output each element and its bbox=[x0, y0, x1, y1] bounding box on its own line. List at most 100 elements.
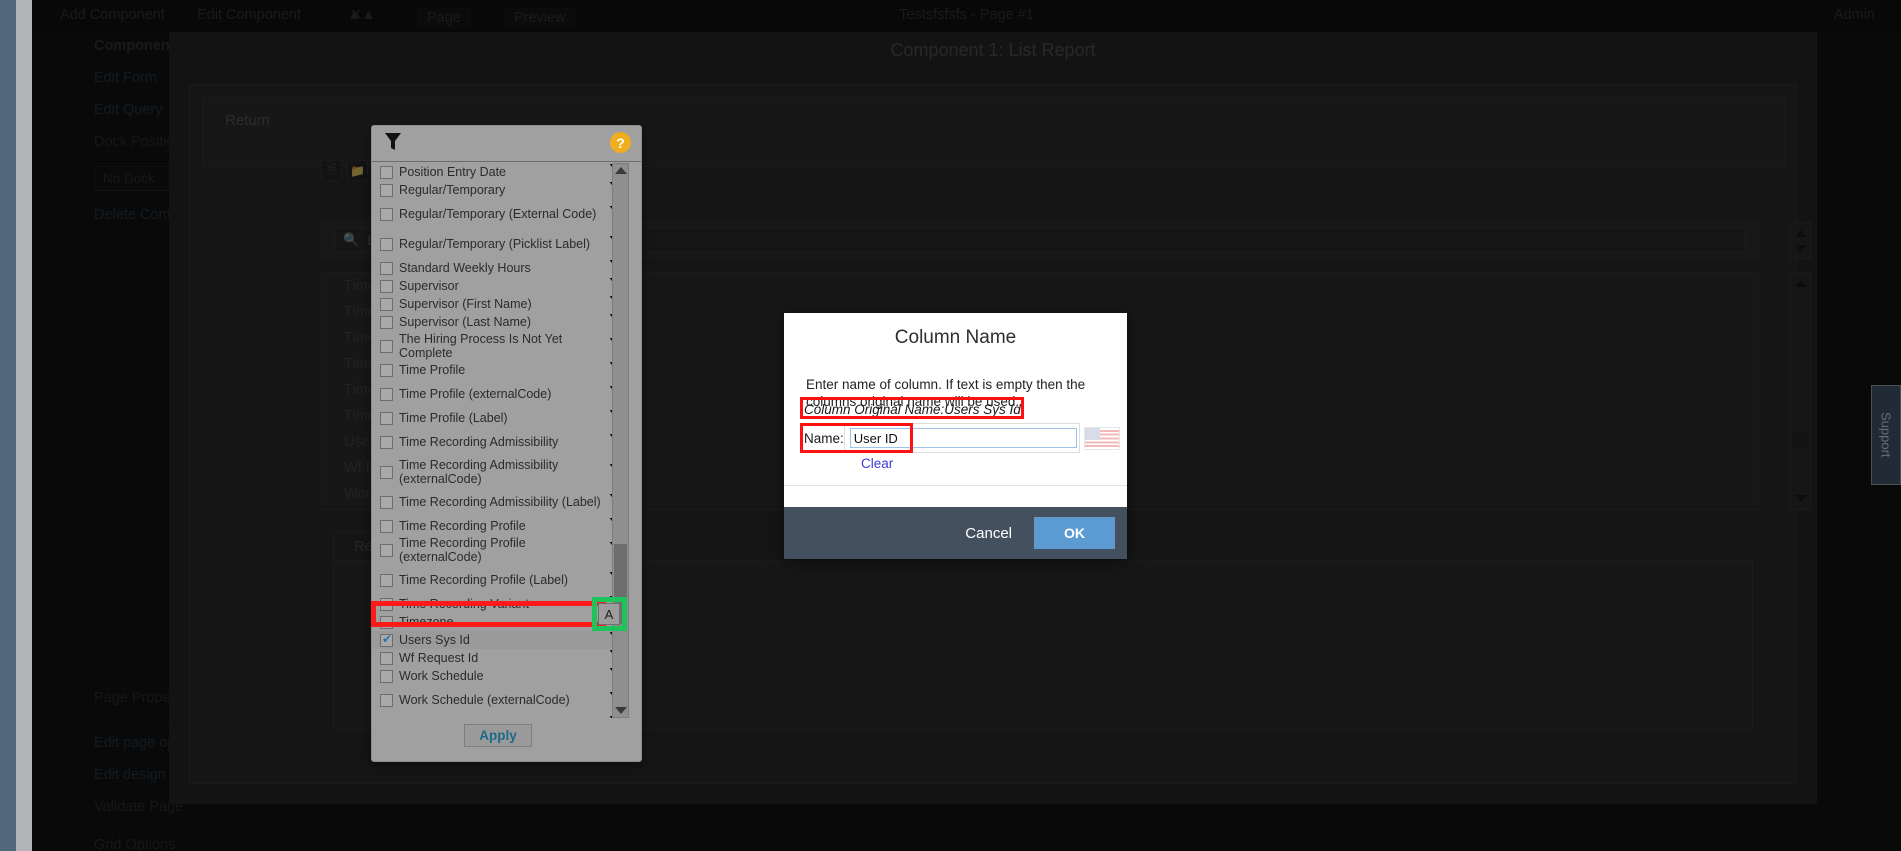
close-icon[interactable]: ✕ bbox=[350, 7, 362, 23]
filter-checkbox[interactable] bbox=[380, 339, 393, 353]
component-title: Component 1: List Report bbox=[890, 40, 1096, 60]
ok-button[interactable]: OK bbox=[1034, 517, 1115, 549]
filter-row[interactable]: Work Schedule bbox=[372, 667, 624, 685]
new-document-icon[interactable]: 🗎 bbox=[321, 160, 342, 181]
filter-row-label: Time Recording Profile bbox=[399, 519, 526, 533]
cancel-button[interactable]: Cancel bbox=[955, 519, 1022, 548]
clear-link[interactable]: Clear bbox=[861, 456, 893, 471]
filter-row-label: Regular/Temporary bbox=[399, 183, 506, 197]
filter-row[interactable]: Time Recording Admissibility bbox=[372, 427, 624, 457]
us-flag-icon[interactable] bbox=[1084, 427, 1120, 450]
scroll-down-arrow-icon[interactable] bbox=[1795, 245, 1807, 252]
filter-row-label: Time Recording Admissibility bbox=[399, 435, 559, 449]
filter-row[interactable]: Time Profile (externalCode) bbox=[372, 379, 624, 409]
edit-component-button[interactable]: Edit Component bbox=[197, 7, 301, 23]
filter-checkbox[interactable] bbox=[380, 411, 393, 425]
scroll-up-arrow-icon[interactable] bbox=[1795, 230, 1807, 237]
filter-row[interactable]: Users Sys Id bbox=[372, 631, 624, 649]
filter-row[interactable]: Standard Weekly Hours bbox=[372, 259, 624, 277]
filter-row[interactable]: Time Profile (Label) bbox=[372, 409, 624, 427]
left-rail bbox=[16, 0, 32, 851]
filter-row[interactable]: Supervisor bbox=[372, 277, 624, 295]
column-name-dialog: Column Name Enter name of column. If tex… bbox=[784, 313, 1127, 559]
filter-checkbox[interactable] bbox=[380, 315, 393, 329]
filter-row-label: Timezone bbox=[399, 615, 454, 629]
filter-checkbox[interactable] bbox=[380, 363, 393, 377]
filter-checkbox[interactable] bbox=[380, 632, 393, 647]
scroll-up-arrow-icon[interactable] bbox=[1795, 280, 1807, 287]
filter-checkbox[interactable] bbox=[380, 297, 393, 311]
top-toolbar: Testsfsfsfs - Page #1 Add Component Edit… bbox=[32, 0, 1901, 32]
help-question-icon[interactable]: ? bbox=[610, 132, 631, 153]
filter-row[interactable]: Wf Request Id bbox=[372, 649, 624, 667]
filter-funnel-icon[interactable] bbox=[384, 132, 402, 157]
filter-row-label: Time Profile (externalCode) bbox=[399, 387, 552, 401]
filter-checkbox[interactable] bbox=[380, 573, 393, 587]
filter-row-label: Time Recording Profile (externalCode) bbox=[399, 536, 526, 564]
page-menu-button[interactable]: Page bbox=[417, 7, 471, 29]
search-scrollbar[interactable] bbox=[1789, 222, 1811, 260]
filter-checkbox[interactable] bbox=[380, 279, 393, 293]
field-list-scrollbar[interactable] bbox=[1789, 272, 1811, 510]
admin-menu[interactable]: Admin bbox=[1834, 7, 1875, 23]
filter-row[interactable]: Time Recording Profile bbox=[372, 517, 624, 535]
scroll-down-arrow-icon[interactable] bbox=[1795, 495, 1807, 502]
filter-panel-header: ? bbox=[372, 126, 641, 162]
apply-button[interactable]: Apply bbox=[464, 724, 532, 747]
filter-row[interactable]: Timezone bbox=[372, 613, 624, 631]
filter-row-label: The Hiring Process Is Not Yet Complete bbox=[399, 332, 563, 360]
filter-checkbox[interactable] bbox=[380, 693, 393, 707]
filter-row-label: Regular/Temporary (Picklist Label) bbox=[399, 237, 591, 251]
filter-checkbox[interactable] bbox=[380, 237, 393, 251]
preview-button[interactable]: Preview bbox=[504, 7, 576, 29]
filter-row[interactable]: Regular/Temporary bbox=[372, 181, 624, 199]
sidebar-label-grid-options: Grid Options bbox=[94, 837, 176, 851]
filter-row[interactable]: Regular/Temporary (Picklist Label) bbox=[372, 229, 624, 259]
filter-checkbox[interactable] bbox=[380, 717, 393, 718]
filter-row-label: Supervisor (First Name) bbox=[399, 297, 532, 311]
filter-checkbox[interactable] bbox=[380, 597, 393, 611]
open-folder-icon[interactable]: 📁 bbox=[347, 160, 368, 181]
filter-row[interactable]: Time Recording Variant bbox=[372, 595, 624, 613]
search-icon: 🔍 bbox=[343, 232, 360, 247]
filter-checkbox[interactable] bbox=[380, 207, 393, 221]
flag-canton bbox=[1085, 428, 1100, 440]
filter-row[interactable]: Supervisor (First Name) bbox=[372, 295, 624, 313]
filter-row[interactable]: The Hiring Process Is Not Yet Complete bbox=[372, 331, 624, 361]
filter-row-label: Wf Request Id bbox=[399, 651, 479, 665]
filter-checkbox[interactable] bbox=[380, 261, 393, 275]
filter-checkbox[interactable] bbox=[380, 465, 393, 479]
filter-checkbox[interactable] bbox=[380, 651, 393, 665]
column-name-badge[interactable]: A bbox=[598, 603, 620, 625]
return-label[interactable]: Return bbox=[225, 112, 270, 129]
filter-checkbox[interactable] bbox=[380, 165, 393, 179]
filter-row[interactable]: Work Schedule (Label) bbox=[372, 715, 624, 718]
filter-checkbox[interactable] bbox=[380, 435, 393, 449]
scroll-down-arrow-icon[interactable] bbox=[615, 707, 627, 714]
page-title-menu[interactable]: Testsfsfsfs - Page #1 bbox=[32, 7, 1901, 23]
filter-checkbox[interactable] bbox=[380, 387, 393, 401]
scroll-up-arrow-icon[interactable] bbox=[615, 167, 627, 174]
filter-checkbox[interactable] bbox=[380, 669, 393, 683]
filter-row[interactable]: Supervisor (Last Name) bbox=[372, 313, 624, 331]
filter-row[interactable]: Time Recording Admissibility (externalCo… bbox=[372, 457, 624, 487]
support-tab[interactable]: Support bbox=[1871, 385, 1901, 485]
filter-row[interactable]: Work Schedule (externalCode) bbox=[372, 685, 624, 715]
filter-row-label: Time Recording Admissibility (Label) bbox=[399, 495, 601, 509]
filter-checkbox[interactable] bbox=[380, 543, 393, 557]
filter-row[interactable]: Time Recording Profile (externalCode) bbox=[372, 535, 624, 565]
filter-checkbox[interactable] bbox=[380, 495, 393, 509]
filter-checkbox[interactable] bbox=[380, 615, 393, 629]
scrollbar-thumb[interactable] bbox=[1792, 433, 1808, 449]
filter-row[interactable]: Time Profile bbox=[372, 361, 624, 379]
add-component-button[interactable]: Add Component bbox=[60, 7, 165, 23]
filter-row[interactable]: Position Entry Date bbox=[372, 163, 624, 181]
filter-scrollbar[interactable] bbox=[612, 163, 629, 718]
filter-checkbox[interactable] bbox=[380, 183, 393, 197]
filter-checkbox[interactable] bbox=[380, 519, 393, 533]
filter-row[interactable]: Time Recording Admissibility (Label) bbox=[372, 487, 624, 517]
filter-rows[interactable]: Position Entry Date Regular/Temporary Regu… bbox=[372, 163, 624, 718]
support-tab-label: Support bbox=[1878, 412, 1894, 458]
filter-row[interactable]: Time Recording Profile (Label) bbox=[372, 565, 624, 595]
filter-row[interactable]: Regular/Temporary (External Code) bbox=[372, 199, 624, 229]
